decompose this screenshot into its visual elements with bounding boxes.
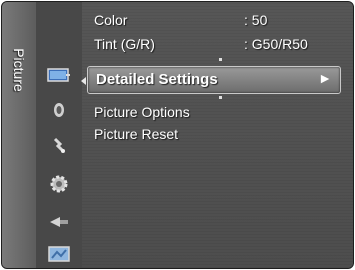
setup-icon[interactable] [44,174,74,194]
tint-label: Tint (G/R) [94,36,155,52]
sound-icon[interactable] [44,100,74,120]
submenu-arrow-icon: ► [318,70,332,86]
detailed-settings-label: Detailed Settings [96,71,218,88]
picture-options-label: Picture Options [94,104,190,120]
picture-reset-label: Picture Reset [94,126,179,142]
application-icon[interactable] [44,244,74,264]
category-title-label: Picture [11,48,28,92]
color-value: : 50 [244,12,268,28]
picture-options-item[interactable]: Picture Options [94,101,343,123]
category-rail: Picture [2,2,37,268]
input-icon[interactable] [44,212,74,232]
tint-value: : G50/R50 [244,36,308,52]
menu-content: Color : 50 Tint (G/R) : G50/R50 Detailed… [81,2,353,268]
menu-icon-column [36,2,82,268]
detailed-settings-item[interactable]: Detailed Settings ► [81,66,341,94]
picture-reset-item[interactable]: Picture Reset [94,123,343,145]
color-setting-row[interactable]: Color : 50 [94,9,343,31]
picture-icon[interactable] [44,65,74,85]
tint-setting-row[interactable]: Tint (G/R) : G50/R50 [94,33,343,55]
channel-icon[interactable] [44,135,74,155]
color-label: Color [94,12,128,28]
tv-osd-menu: Picture Color: 50 Tint (G/R): G50/R50 … [1,1,354,269]
scroll-up-indicator [219,58,222,61]
scroll-down-indicator [219,96,222,99]
category-title: Picture [2,35,36,105]
selection-marker-icon [81,77,86,85]
